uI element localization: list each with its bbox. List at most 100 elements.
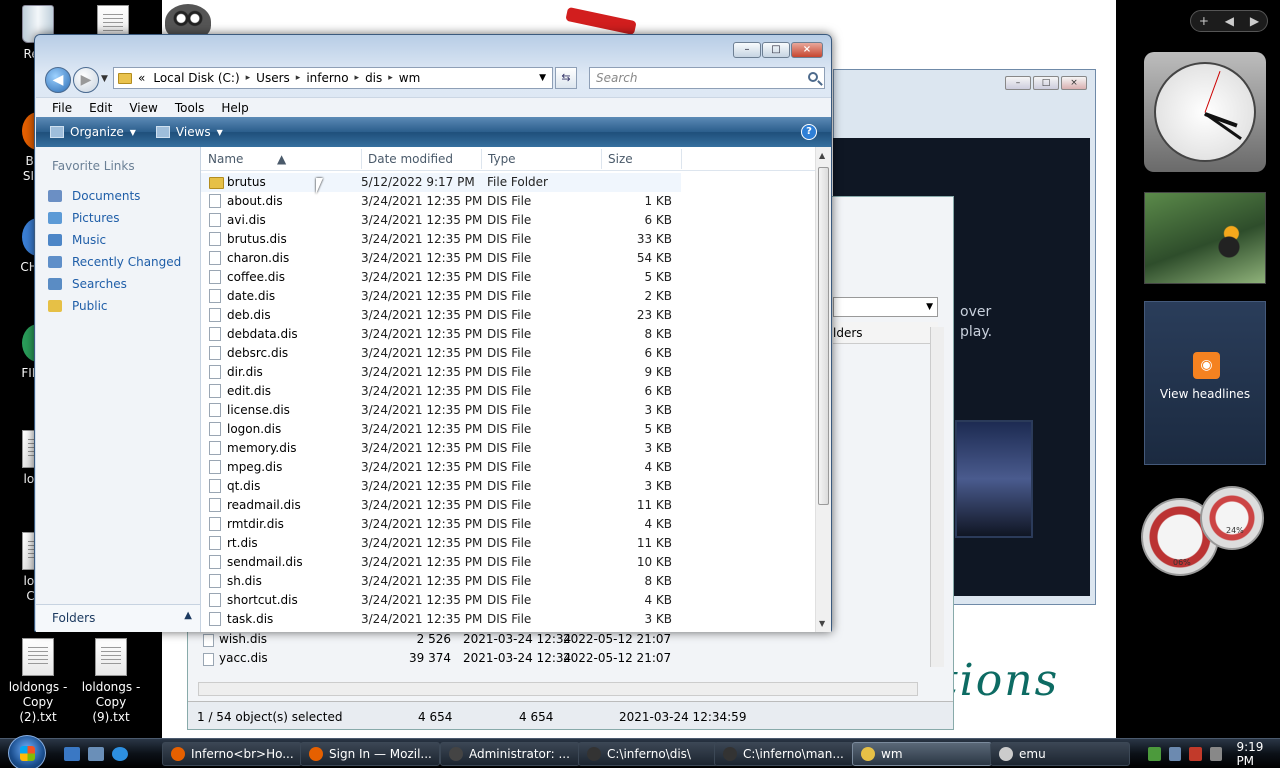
table-row[interactable]: qt.dis 3/24/2021 12:35 PM DIS File 3 KB [201, 477, 681, 496]
table-row[interactable]: rt.dis 3/24/2021 12:35 PM DIS File 11 KB [201, 534, 681, 553]
taskbar-button[interactable]: C:\inferno\dis\ [578, 742, 718, 766]
table-row[interactable]: sendmail.dis 3/24/2021 12:35 PM DIS File 10… [201, 553, 681, 572]
internet-explorer-icon[interactable] [112, 747, 128, 761]
table-row[interactable]: charon.dis 3/24/2021 12:35 PM DIS File 54 K… [201, 249, 681, 268]
scroll-thumb[interactable] [818, 167, 829, 505]
scroll-down-icon[interactable]: ▼ [819, 619, 825, 628]
gadget-add-button[interactable]: + [1199, 14, 1209, 28]
gadget-next-button[interactable]: ▶ [1250, 14, 1259, 28]
help-icon[interactable]: ? [801, 124, 817, 140]
back-button[interactable]: ◀ [45, 67, 71, 93]
table-row[interactable]: sh.dis 3/24/2021 12:35 PM DIS File 8 KB [201, 572, 681, 591]
favorite-link[interactable]: Searches [48, 275, 127, 293]
taskbar-button[interactable]: wm [852, 742, 992, 766]
menu-view[interactable]: View [129, 101, 157, 115]
folders-toggle[interactable]: Folders ▲ [36, 604, 200, 632]
minimize-button[interactable]: – [1005, 76, 1031, 90]
menu-help[interactable]: Help [221, 101, 248, 115]
table-row[interactable]: about.dis 3/24/2021 12:35 PM DIS File 1 KB [201, 192, 681, 211]
network-icon[interactable] [1148, 747, 1161, 761]
clock-gadget[interactable] [1144, 52, 1266, 172]
address-dropdown-icon[interactable]: ▼ [539, 73, 546, 83]
feed-headlines-link[interactable]: View headlines [1145, 387, 1265, 401]
slideshow-gadget[interactable] [1144, 192, 1266, 284]
address-bar[interactable]: « Local Disk (C:) ▸ Users ▸ inferno ▸ dis ▸ wm ▼ [113, 67, 553, 89]
menu-file[interactable]: File [52, 101, 72, 115]
desktop-icon[interactable]: loldongs - Copy (9).txt [76, 638, 146, 725]
address-overflow[interactable]: « [138, 71, 145, 85]
table-row[interactable]: edit.dis 3/24/2021 12:35 PM DIS File 6 KB [201, 382, 681, 401]
list-window-combo[interactable]: ▼ [833, 297, 938, 317]
table-row[interactable]: debdata.dis 3/24/2021 12:35 PM DIS File 8 K… [201, 325, 681, 344]
table-row[interactable]: readmail.dis 3/24/2021 12:35 PM DIS File 11… [201, 496, 681, 515]
folders-column-header[interactable]: lders [833, 326, 863, 340]
favorite-link[interactable]: Recently Changed [48, 253, 181, 271]
close-button[interactable]: × [1061, 76, 1087, 90]
memory-meter-gadget[interactable]: 24% [1200, 486, 1264, 550]
volume-muted-icon[interactable] [1189, 747, 1202, 761]
menu-tools[interactable]: Tools [175, 101, 205, 115]
close-button[interactable]: × [791, 42, 823, 58]
menu-edit[interactable]: Edit [89, 101, 112, 115]
breadcrumb-separator-icon[interactable]: ▸ [296, 73, 301, 83]
table-row[interactable]: memory.dis 3/24/2021 12:35 PM DIS File 3 KB [201, 439, 681, 458]
table-row[interactable]: mpeg.dis 3/24/2021 12:35 PM DIS File 4 KB [201, 458, 681, 477]
table-row[interactable]: rmtdir.dis 3/24/2021 12:35 PM DIS File 4 KB [201, 515, 681, 534]
display-icon[interactable] [1168, 747, 1182, 761]
breadcrumb-separator-icon[interactable]: ▸ [355, 73, 360, 83]
gadget-prev-button[interactable]: ◀ [1225, 14, 1234, 28]
favorite-link[interactable]: Pictures [48, 209, 120, 227]
minimize-button[interactable]: – [733, 42, 761, 58]
table-row[interactable]: coffee.dis 3/24/2021 12:35 PM DIS File 5 KB [201, 268, 681, 287]
table-row[interactable]: license.dis 3/24/2021 12:35 PM DIS File 3 K… [201, 401, 681, 420]
forward-button[interactable]: ▶ [73, 67, 99, 93]
favorite-link[interactable]: Music [48, 231, 106, 249]
table-row[interactable]: logon.dis 3/24/2021 12:35 PM DIS File 5 KB [201, 420, 681, 439]
breadcrumb-item[interactable]: wm [399, 71, 421, 85]
organize-button[interactable]: Organize ▼ [50, 125, 136, 139]
search-icon[interactable] [808, 72, 818, 82]
table-row[interactable]: brutus.dis 3/24/2021 12:35 PM DIS File 33 K… [201, 230, 681, 249]
breadcrumb-separator-icon[interactable]: ▸ [246, 73, 251, 83]
breadcrumb-item[interactable]: Local Disk (C:) [153, 71, 239, 85]
list-window-hscroll[interactable] [198, 682, 918, 696]
maximize-button[interactable]: □ [762, 42, 790, 58]
table-row[interactable]: debsrc.dis 3/24/2021 12:35 PM DIS File 6 KB [201, 344, 681, 363]
table-row[interactable]: task.dis 3/24/2021 12:35 PM DIS File 3 KB [201, 610, 681, 629]
column-size[interactable]: Size [608, 152, 633, 166]
column-name[interactable]: Name [208, 152, 243, 166]
column-type[interactable]: Type [488, 152, 516, 166]
favorite-link[interactable]: Public [48, 297, 108, 315]
taskbar-button[interactable]: Sign In — Mozil... [300, 742, 440, 766]
show-desktop-icon[interactable] [64, 747, 80, 761]
security-icon[interactable] [1209, 747, 1223, 761]
taskbar-button[interactable]: emu [990, 742, 1130, 766]
table-row[interactable]: brutus 5/12/2022 9:17 PM File Folder [201, 173, 681, 192]
start-button[interactable] [8, 735, 46, 768]
gadget-bar[interactable]: + ◀ ▶ [1190, 10, 1268, 32]
list-window-vscroll[interactable] [930, 327, 944, 667]
taskbar-button[interactable]: C:\inferno\man... [714, 742, 854, 766]
desktop-icon[interactable]: loldongs - Copy (2).txt [3, 638, 73, 725]
column-date-modified[interactable]: Date modified [368, 152, 453, 166]
explorer-window[interactable]: – □ × ◀ ▶ ▼ « Local Disk (C:) ▸ Users ▸ infe… [34, 34, 832, 632]
breadcrumb-item[interactable]: Users [256, 71, 290, 85]
table-row[interactable]: deb.dis 3/24/2021 12:35 PM DIS File 23 KB [201, 306, 681, 325]
views-button[interactable]: Views ▼ [155, 125, 223, 139]
table-row[interactable]: shortcut.dis 3/24/2021 12:35 PM DIS File 4 … [201, 591, 681, 610]
search-input[interactable]: Search [589, 67, 825, 89]
file-list-scrollbar[interactable]: ▲ ▼ [815, 147, 831, 632]
table-row[interactable]: date.dis 3/24/2021 12:35 PM DIS File 2 KB [201, 287, 681, 306]
maximize-button[interactable]: □ [1033, 76, 1059, 90]
scroll-up-icon[interactable]: ▲ [819, 151, 825, 160]
breadcrumb-item[interactable]: inferno [306, 71, 348, 85]
favorite-link[interactable]: Documents [48, 187, 140, 205]
feed-gadget[interactable]: ◉ View headlines [1144, 301, 1266, 465]
taskbar-button[interactable]: Inferno<br>Ho... [162, 742, 302, 766]
refresh-button[interactable]: ⇆ [555, 67, 577, 89]
table-row[interactable]: dir.dis 3/24/2021 12:35 PM DIS File 9 KB [201, 363, 681, 382]
recent-pages-dropdown-icon[interactable]: ▼ [101, 74, 108, 84]
clock-time[interactable]: 9:19 PM [1236, 740, 1280, 768]
breadcrumb-separator-icon[interactable]: ▸ [388, 73, 393, 83]
breadcrumb-item[interactable]: dis [365, 71, 382, 85]
